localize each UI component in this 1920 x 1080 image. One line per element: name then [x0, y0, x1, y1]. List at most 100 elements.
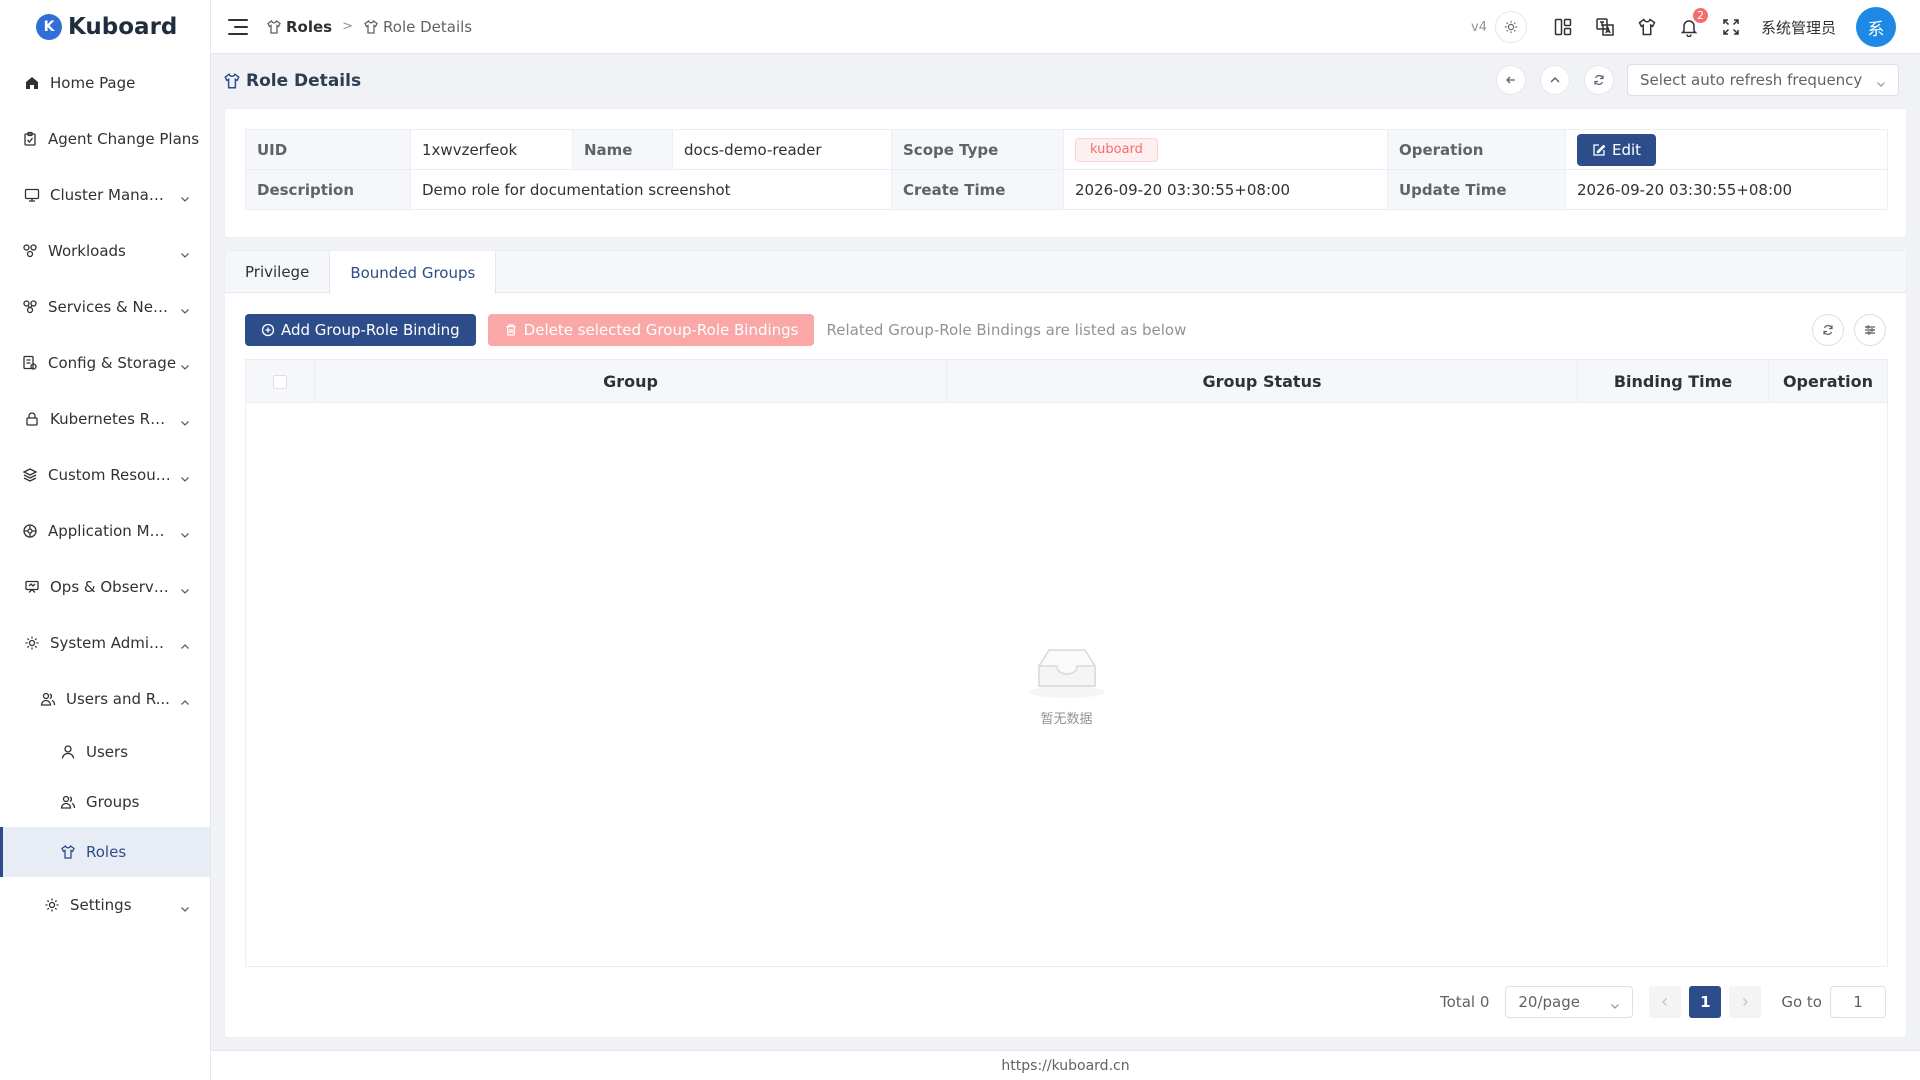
operation-value: Edit — [1565, 129, 1888, 170]
update-time-label: Update Time — [1387, 169, 1566, 210]
username[interactable]: 系统管理员 — [1761, 17, 1836, 38]
layout-icon[interactable] — [1549, 13, 1577, 41]
refresh-icon — [1823, 325, 1833, 335]
footer: https://kuboard.cn — [211, 1050, 1920, 1080]
sidebar-item-label: Kubernetes RB... — [50, 410, 170, 428]
sidebar-item-label: Home Page — [50, 74, 136, 92]
footer-link[interactable]: https://kuboard.cn — [1001, 1058, 1129, 1074]
shirt-icon — [266, 19, 282, 35]
back-button[interactable] — [1496, 65, 1526, 95]
delete-selected-bindings-button[interactable]: Delete selected Group-Role Bindings — [487, 314, 815, 346]
uid-value: 1xwvzerfeok — [410, 129, 573, 170]
translate-icon[interactable] — [1591, 13, 1619, 41]
sidebar-item-label: Cluster Manag... — [50, 186, 170, 204]
sidebar-item-kubernetes-rbac[interactable]: Kubernetes RB... — [0, 394, 210, 444]
column-header-group[interactable]: Group — [315, 360, 947, 403]
uid-label: UID — [245, 129, 411, 170]
sidebar-item-agent-change-plans[interactable]: Agent Change Plans — [0, 114, 210, 164]
tab-bounded-groups[interactable]: Bounded Groups — [329, 251, 497, 294]
column-settings-button[interactable] — [1854, 314, 1886, 346]
sidebar-item-label: System Admini... — [50, 634, 172, 652]
sidebar-item-label: Custom Resour... — [48, 466, 173, 484]
version-label: v4 — [1471, 19, 1487, 35]
avatar[interactable]: 系 — [1856, 7, 1896, 47]
tab-privilege[interactable]: Privilege — [225, 251, 329, 293]
layers-icon — [20, 465, 40, 485]
breadcrumb-role-details: Role Details — [383, 17, 473, 36]
create-time-label: Create Time — [891, 169, 1064, 210]
description-value: Demo role for documentation screenshot — [410, 169, 892, 210]
breadcrumb: Roles > Role Details — [266, 18, 472, 36]
sidebar-item-users[interactable]: Users — [0, 727, 210, 777]
shirt-icon[interactable] — [1633, 13, 1661, 41]
next-page-button[interactable] — [1729, 986, 1762, 1018]
shirt-icon — [363, 19, 379, 35]
theme-toggle-button[interactable] — [1494, 11, 1527, 43]
page-size-select[interactable]: 20/page — [1505, 986, 1634, 1018]
auto-refresh-select[interactable]: Select auto refresh frequency — [1627, 64, 1899, 96]
chevron-down-icon — [180, 582, 190, 594]
sidebar-item-custom-resources[interactable]: Custom Resour... — [0, 450, 210, 500]
sidebar-item-system-administration[interactable]: System Admini... — [0, 618, 210, 668]
description-label: Description — [245, 169, 411, 210]
clipboard-icon — [20, 129, 40, 149]
sidebar-item-cluster-management[interactable]: Cluster Manag... — [0, 170, 210, 220]
logo[interactable]: K Kuboard — [0, 0, 210, 54]
menu-toggle-icon[interactable] — [228, 18, 248, 35]
sidebar-item-label: Application Ma... — [48, 522, 173, 540]
chevron-down-icon — [1876, 75, 1886, 87]
goto-label: Go to — [1781, 993, 1822, 1011]
page-title-bar: Role Details Select auto refresh frequen… — [211, 55, 1920, 107]
sidebar-item-roles[interactable]: Roles — [0, 827, 210, 877]
chevron-down-icon — [180, 526, 190, 538]
page-number-current[interactable]: 1 — [1689, 986, 1722, 1018]
goto-page-input[interactable]: 1 — [1830, 986, 1886, 1018]
table-refresh-button[interactable] — [1812, 314, 1844, 346]
sidebar-item-workloads[interactable]: Workloads — [0, 226, 210, 276]
scroll-top-button[interactable] — [1540, 65, 1570, 95]
sidebar-item-label: Settings — [70, 896, 132, 914]
plus-circle-icon — [261, 323, 275, 337]
breadcrumb-roles[interactable]: Roles — [286, 18, 332, 36]
empty-state: 暂无数据 — [246, 403, 1887, 967]
sidebar-item-label: Roles — [86, 843, 127, 861]
notification-bell-icon[interactable]: 2 — [1675, 7, 1709, 41]
name-value: docs-demo-reader — [672, 129, 892, 170]
sidebar-item-services-networking[interactable]: Services & Net... — [0, 282, 210, 332]
column-header-group-status[interactable]: Group Status — [947, 360, 1578, 403]
table-header: Group Group Status Binding Time Operatio… — [246, 360, 1887, 403]
fullscreen-icon[interactable] — [1717, 13, 1745, 41]
sidebar-item-users-and-roles[interactable]: Users and R... — [0, 674, 210, 724]
sidebar-item-label: Services & Net... — [48, 298, 173, 316]
sidebar-item-settings[interactable]: Settings — [0, 880, 210, 930]
cluster-icon — [20, 241, 40, 261]
shirt-icon — [223, 72, 241, 90]
chevron-down-icon — [180, 470, 190, 482]
scope-type-value: kuboard — [1063, 129, 1388, 170]
sidebar-item-home-page[interactable]: Home Page — [0, 58, 210, 108]
role-info-table: UID 1xwvzerfeok Name docs-demo-reader Sc… — [245, 129, 1888, 210]
select-all-checkbox[interactable] — [273, 374, 287, 389]
refresh-button[interactable] — [1584, 65, 1614, 95]
app-icon — [20, 521, 40, 541]
chevron-left-icon — [1662, 998, 1668, 1006]
sidebar-item-application-management[interactable]: Application Ma... — [0, 506, 210, 556]
sidebar-item-ops-observability[interactable]: Ops & Observa... — [0, 562, 210, 612]
sidebar-item-label: Users and R... — [66, 690, 170, 708]
kuboard-logo-icon: K — [36, 14, 62, 40]
chevron-down-icon — [180, 246, 190, 258]
gear-icon — [22, 633, 42, 653]
edit-button[interactable]: Edit — [1577, 133, 1657, 166]
users-icon — [38, 689, 58, 709]
sidebar-item-groups[interactable]: Groups — [0, 777, 210, 827]
prev-page-button[interactable] — [1649, 986, 1682, 1018]
arrow-left-icon — [1506, 76, 1515, 84]
page-title-text: Role Details — [246, 71, 362, 91]
sun-icon — [1504, 20, 1518, 34]
top-header: Roles > Role Details v4 2 系统管理员 系 — [211, 0, 1920, 54]
column-header-binding-time[interactable]: Binding Time — [1578, 360, 1769, 403]
sidebar-item-config-storage[interactable]: Config & Storage — [0, 338, 210, 388]
scope-tag: kuboard — [1075, 137, 1158, 162]
add-group-role-binding-button[interactable]: Add Group-Role Binding — [245, 314, 476, 346]
monitor-icon — [22, 185, 42, 205]
